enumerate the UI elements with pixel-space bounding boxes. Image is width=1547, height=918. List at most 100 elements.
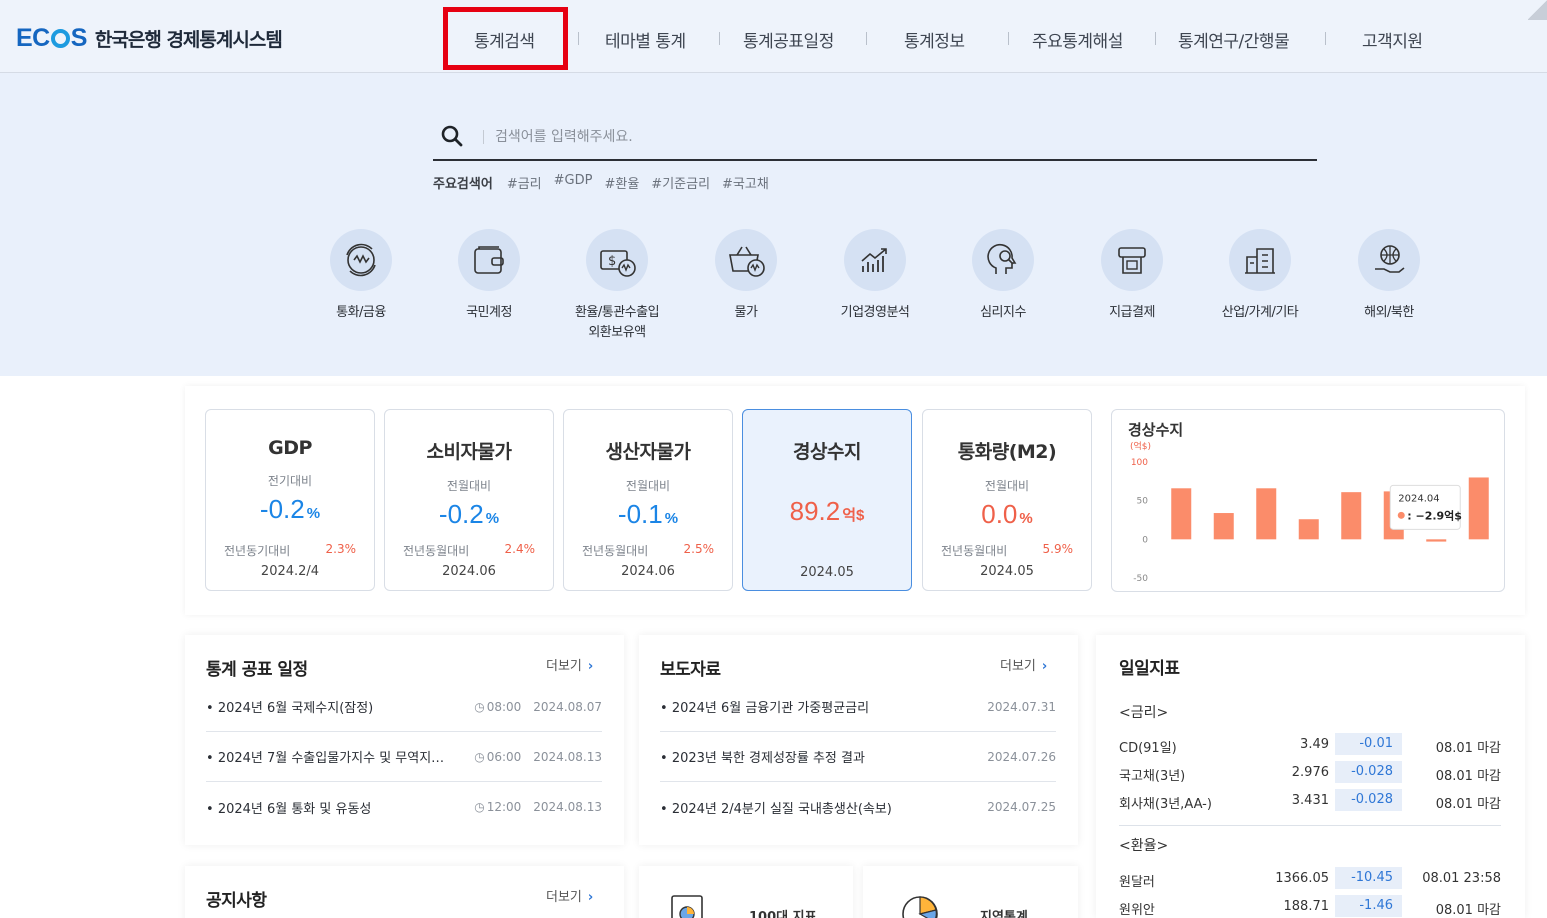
category-national-accounts[interactable]: 국민계정 <box>429 229 549 323</box>
bar <box>1256 488 1277 540</box>
pie-chart-icon <box>902 896 938 918</box>
clock-icon: ◷ <box>474 800 485 814</box>
report-chart-icon <box>671 895 703 918</box>
indicator-title: 소비자물가 <box>426 441 512 463</box>
more-link[interactable]: 더보기 › <box>546 886 593 905</box>
tooltip-marker <box>1397 511 1405 519</box>
quick-link-regional[interactable]: 지역통계 <box>863 866 1078 918</box>
shopping-basket-icon <box>715 229 777 291</box>
key-indicators-panel: GDP 전기대비 -0.2% 전년동기대비 2.3% 2024.2/4 소비자물가… <box>185 386 1525 615</box>
search-input[interactable] <box>495 123 1275 151</box>
rate-group-label: <금리> <box>1119 705 1169 721</box>
notice-box: 공지사항 더보기 › <box>185 866 624 918</box>
bar <box>1468 477 1489 540</box>
category-label: 기업경영분석 <box>840 305 910 320</box>
schedule-title: • 2024년 7월 수출입물가지수 및 무역지… <box>206 751 445 766</box>
press-row[interactable]: • 2023년 북한 경제성장률 추정 결과 2024.07.26 <box>660 732 1056 782</box>
category-payment-settlement[interactable]: 지급결제 <box>1072 229 1192 323</box>
schedule-row[interactable]: • 2024년 7월 수출입물가지수 및 무역지… ◷ 06:00 2024.08… <box>206 732 602 782</box>
press-row[interactable]: • 2024년 6월 금융기관 가중평균금리 2024.07.31 <box>660 682 1056 732</box>
nav-separator <box>1325 32 1326 45</box>
daily-row[interactable]: 원달러 1366.05 -10.45 08.01 23:58 <box>1119 867 1501 891</box>
release-schedule-box: 통계 공표 일정 더보기 › • 2024년 6월 국제수지(잠정) ◷ 08:00… <box>185 635 624 845</box>
daily-row[interactable]: CD(91일) 3.49 -0.01 08.01 마감 <box>1119 733 1501 757</box>
indicator-value: -0.1% <box>617 499 679 529</box>
daily-row[interactable]: 회사채(3년,AA-) 3.431 -0.028 08.01 마감 <box>1119 789 1501 813</box>
indicator-date: 2024.06 <box>621 564 675 579</box>
nav-stat-commentary[interactable]: 주요통계해설 <box>1032 27 1123 52</box>
category-label: 지급결제 <box>1109 305 1155 320</box>
category-industry-household[interactable]: 산업/가계/기타 <box>1200 229 1320 323</box>
indicator-basis: 전월대비 <box>984 479 1030 493</box>
press-title: • 2024년 6월 금융기관 가중평균금리 <box>660 701 870 716</box>
building-icon <box>1229 229 1291 291</box>
clock-icon: ◷ <box>474 749 485 764</box>
keywords-label: 주요검색어 <box>433 177 493 192</box>
nav-separator <box>1008 32 1009 45</box>
yoy-value: 2.4% <box>504 542 536 556</box>
y-tick-label: 100 <box>1131 458 1148 468</box>
schedule-date: 2024.08.13 <box>533 800 602 814</box>
y-tick-label: 0 <box>1142 535 1148 545</box>
indicator-value: -0.2% <box>259 494 321 524</box>
quick-link-top100[interactable]: 100대 지표 <box>639 866 853 918</box>
schedule-row[interactable]: • 2024년 6월 국제수지(잠정) ◷ 08:00 2024.08.07 <box>206 682 602 732</box>
y-tick-label: 50 <box>1137 497 1149 507</box>
more-link[interactable]: 더보기 › <box>1000 655 1047 674</box>
nav-separator <box>1155 32 1156 45</box>
keyword-link[interactable]: #국고채 <box>722 173 769 192</box>
indicator-card-m2[interactable]: 통화량(M2) 전월대비 0.0% 전년동월대비 5.9% 2024.05 <box>922 409 1092 591</box>
bar <box>1298 519 1319 540</box>
search-icon[interactable] <box>441 125 463 147</box>
search-hero: 주요검색어 #금리 #GDP #환율 #기준금리 #국고채 통화/금융 국민계정… <box>0 73 1547 376</box>
keyword-link[interactable]: #기준금리 <box>651 173 710 192</box>
dollar-exchange-icon: $ <box>586 229 648 291</box>
category-sentiment-index[interactable]: 심리지수 <box>943 229 1063 323</box>
indicator-card-cpi[interactable]: 소비자물가 전월대비 -0.2% 전년동월대비 2.4% 2024.06 <box>384 409 554 591</box>
indicator-card-current-account[interactable]: 경상수지 89.2 억$ 2024.05 <box>742 409 912 591</box>
tooltip-box <box>1389 484 1461 530</box>
nav-separator <box>866 32 867 45</box>
nav-theme-stats[interactable]: 테마별 통계 <box>605 27 686 52</box>
category-label: 통화/금융 <box>336 305 386 320</box>
indicator-card-gdp[interactable]: GDP 전기대비 -0.2% 전년동기대비 2.3% 2024.2/4 <box>205 409 375 591</box>
logo-mark: EC S <box>16 24 87 52</box>
yoy-value: 2.5% <box>683 542 715 556</box>
category-prices[interactable]: 물가 <box>686 229 806 323</box>
nav-stat-info[interactable]: 통계정보 <box>904 27 965 52</box>
ecos-logo[interactable]: EC S 한국은행 경제통계시스템 <box>16 24 283 53</box>
category-fx-trade[interactable]: $ 환율/통관수출입 외환보유액 <box>557 229 677 343</box>
category-money-finance[interactable]: 통화/금융 <box>301 229 421 323</box>
nav-release-schedule[interactable]: 통계공표일정 <box>743 27 834 52</box>
schedule-row[interactable]: • 2024년 6월 통화 및 유동성 ◷ 12:00 2024.08.13 <box>206 782 602 832</box>
yoy-value: 5.9% <box>1042 542 1074 556</box>
indicator-card-ppi[interactable]: 생산자물가 전월대비 -0.1% 전년동월대비 2.5% 2024.06 <box>563 409 733 591</box>
schedule-time: 08:00 <box>486 699 522 714</box>
more-link[interactable]: 더보기 › <box>546 655 593 674</box>
tooltip-date: 2024.04 <box>1398 493 1439 504</box>
chart-title: 경상수지 <box>1128 421 1184 439</box>
nav-research-publications[interactable]: 통계연구/간행물 <box>1178 27 1290 52</box>
keyword-link[interactable]: #GDP <box>554 173 593 192</box>
box-title: 공지사항 <box>206 891 267 911</box>
keyword-link[interactable]: #환율 <box>604 173 639 192</box>
top-header: EC S 한국은행 경제통계시스템 통계검색 테마별 통계 통계공표일정 통계정보… <box>0 0 1547 73</box>
schedule-title: • 2024년 6월 통화 및 유동성 <box>206 801 372 817</box>
press-row[interactable]: • 2024년 2/4분기 실질 국내총생산(속보) 2024.07.25 <box>660 782 1056 832</box>
indicator-date: 2024.05 <box>980 564 1034 579</box>
category-overseas-nk[interactable]: 해외/북한 <box>1329 229 1449 323</box>
clock-icon: ◷ <box>474 699 485 714</box>
daily-row[interactable]: 원위안 188.71 -1.46 08.01 마감 <box>1119 895 1501 918</box>
box-title: 일일지표 <box>1119 659 1180 679</box>
chart-tooltip: 2024.04: −2.9억$ <box>1389 484 1462 530</box>
popular-keywords: 주요검색어 #금리 #GDP #환율 #기준금리 #국고채 <box>433 173 769 192</box>
nav-customer-support[interactable]: 고객지원 <box>1362 27 1423 52</box>
indicator-value: -0.2% <box>438 499 500 529</box>
fx-group-label: <환율> <box>1119 838 1169 854</box>
daily-row[interactable]: 국고채(3년) 2.976 -0.028 08.01 마감 <box>1119 761 1501 785</box>
wallet-icon <box>458 229 520 291</box>
yoy-label: 전년동기대비 <box>224 544 291 558</box>
keyword-link[interactable]: #금리 <box>507 173 542 192</box>
current-account-chart[interactable]: 경상수지 (억$) 100 50 0 -50 2024.04: −2.9억$ <box>1111 409 1505 592</box>
category-business-analysis[interactable]: 기업경영분석 <box>815 229 935 323</box>
